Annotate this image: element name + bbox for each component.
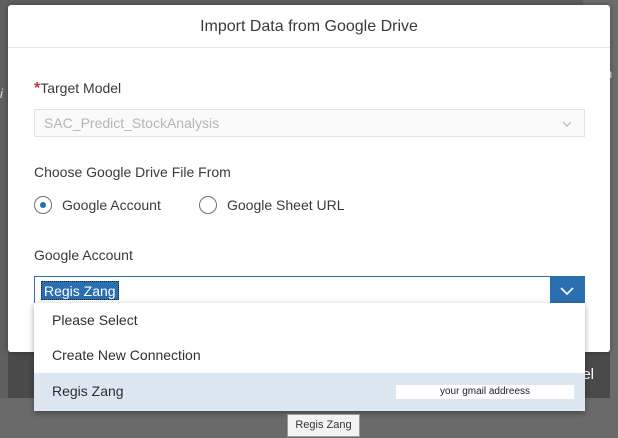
tooltip: Regis Zang: [287, 414, 360, 437]
google-account-combobox[interactable]: Regis Zang: [34, 276, 585, 306]
radio-google-sheet-url[interactable]: Google Sheet URL: [199, 196, 345, 214]
radio-unchecked-icon: [199, 196, 217, 214]
target-model-label-text: Target Model: [40, 80, 122, 96]
target-model-select[interactable]: SAC_Predict_StockAnalysis: [34, 109, 585, 137]
target-model-label: *Target Model: [34, 80, 121, 98]
dropdown-item-label: Regis Zang: [52, 383, 124, 399]
google-account-value[interactable]: Regis Zang: [41, 281, 119, 300]
chevron-down-icon: [562, 121, 572, 127]
import-dialog: Import Data from Google Drive *Target Mo…: [8, 5, 610, 352]
dropdown-item-label: Create New Connection: [52, 347, 201, 363]
account-email: your gmail addreess: [396, 385, 574, 399]
dropdown-item-please-select[interactable]: Please Select: [34, 303, 585, 338]
radio-checked-icon: [34, 196, 52, 214]
background-text-fragment-left: i: [0, 86, 3, 101]
radio-google-account[interactable]: Google Account: [34, 196, 161, 214]
chevron-down-icon: [560, 287, 574, 296]
dialog-title: Import Data from Google Drive: [8, 5, 610, 48]
radio-google-sheet-url-label: Google Sheet URL: [227, 197, 345, 213]
dropdown-item-label: Please Select: [52, 312, 138, 328]
source-label: Choose Google Drive File From: [34, 164, 231, 180]
radio-google-account-label: Google Account: [62, 197, 161, 213]
google-account-dropdown: Please Select Create New Connection Regi…: [34, 303, 585, 411]
google-account-label: Google Account: [34, 247, 133, 263]
dropdown-item-regis-zang[interactable]: Regis Zang your gmail addreess: [34, 373, 585, 411]
dropdown-toggle-button[interactable]: [550, 277, 584, 305]
dropdown-item-create-connection[interactable]: Create New Connection: [34, 338, 585, 373]
target-model-value: SAC_Predict_StockAnalysis: [44, 115, 220, 131]
